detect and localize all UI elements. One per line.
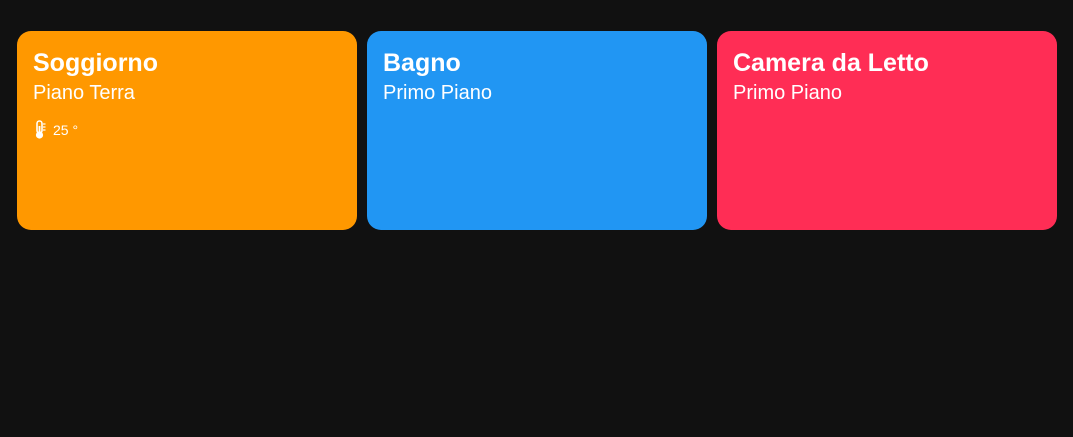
room-floor: Primo Piano [383,82,492,104]
room-card-camera-da-letto[interactable]: Camera da Letto Primo Piano [717,31,1057,230]
room-title: Soggiorno [33,49,158,77]
room-cards-grid: Soggiorno Piano Terra 25 ° Bagno Primo P… [17,31,1057,230]
room-floor: Primo Piano [733,82,842,104]
room-floor: Piano Terra [33,82,135,104]
room-card-soggiorno[interactable]: Soggiorno Piano Terra 25 ° [17,31,357,230]
room-title: Camera da Letto [733,49,929,77]
thermometer-icon [33,120,47,140]
room-title: Bagno [383,49,461,77]
temperature-value: 25 ° [53,122,79,138]
temperature-sensor: 25 ° [33,120,341,140]
room-card-bagno[interactable]: Bagno Primo Piano [367,31,707,230]
